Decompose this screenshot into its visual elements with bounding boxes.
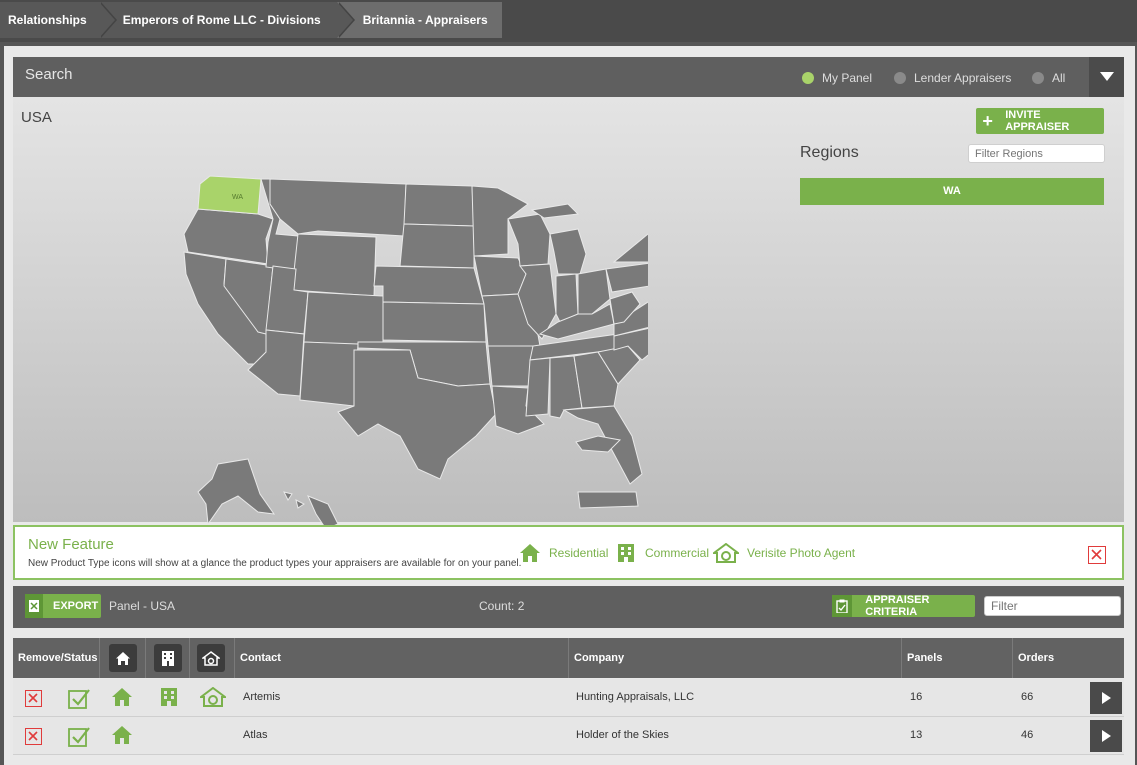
camera-house-icon <box>197 644 225 672</box>
search-expand-button[interactable] <box>1089 57 1124 97</box>
active-check-icon <box>68 727 90 747</box>
usa-map[interactable]: WA <box>178 174 648 534</box>
row-detail-button[interactable] <box>1090 720 1122 752</box>
radio-selected-icon <box>802 72 814 84</box>
table-row[interactable]: Artemis Hunting Appraisals, LLC 16 66 <box>13 679 1124 717</box>
product-type-label: Verisite Photo Agent <box>747 546 856 560</box>
invite-appraiser-button[interactable]: + INVITE APPRAISER <box>976 108 1104 134</box>
table-row[interactable]: Atlas Holder of the Skies 13 46 <box>13 717 1124 755</box>
search-title: Search <box>25 66 73 83</box>
state-wa[interactable] <box>197 175 262 215</box>
appraiser-criteria-button[interactable]: APPRAISER CRITERIA <box>832 594 975 618</box>
panels-count: 16 <box>910 691 923 703</box>
feature-description: New Product Type icons will show at a gl… <box>28 558 522 569</box>
contact-name[interactable]: Artemis <box>243 679 280 716</box>
residential-icon <box>112 688 132 706</box>
header-orders[interactable]: Orders <box>1013 638 1124 678</box>
search-bar: Search My Panel Lender Appraisers All <box>13 57 1124 97</box>
header-residential[interactable] <box>100 638 146 678</box>
filter-lender-appraisers[interactable]: Lender Appraisers <box>894 71 1011 85</box>
radio-icon <box>1032 72 1044 84</box>
row-detail-button[interactable] <box>1090 682 1122 714</box>
invite-label: INVITE APPRAISER <box>1005 109 1070 133</box>
remove-icon <box>28 693 38 703</box>
filter-label: Lender Appraisers <box>914 71 1012 85</box>
house-icon <box>109 644 137 672</box>
residential-icon <box>520 544 540 562</box>
filter-all[interactable]: All <box>1032 71 1065 85</box>
region-item-wa[interactable]: WA <box>800 178 1104 205</box>
map-panel: USA WA + INVITE APPRAISER Regions Filter… <box>13 97 1124 530</box>
header-panels[interactable]: Panels <box>902 638 1013 678</box>
residential-icon <box>112 726 132 744</box>
building-icon <box>154 644 182 672</box>
product-type-commercial: Commercial <box>615 543 709 563</box>
header-remove-status[interactable]: Remove/Status <box>13 638 100 678</box>
excel-icon <box>25 594 43 618</box>
close-icon <box>1091 549 1102 560</box>
photo-agent-icon <box>713 543 739 563</box>
regions-title: Regions <box>800 144 859 161</box>
product-type-label: Residential <box>549 546 609 560</box>
export-button[interactable]: EXPORT <box>25 594 101 618</box>
product-type-residential: Residential <box>519 543 608 563</box>
commercial-icon <box>618 544 634 562</box>
active-check-icon <box>68 689 90 709</box>
remove-icon <box>28 731 38 741</box>
breadcrumb: Relationships Emperors of Rome LLC - Div… <box>0 2 502 38</box>
table-header: Remove/Status Contact Company Panels Ord… <box>13 638 1124 678</box>
header-company[interactable]: Company <box>569 638 902 678</box>
breadcrumb-appraisers[interactable]: Britannia - Appraisers <box>336 2 502 38</box>
breadcrumb-relationships[interactable]: Relationships <box>0 2 117 38</box>
breadcrumb-divisions[interactable]: Emperors of Rome LLC - Divisions <box>98 2 355 38</box>
filter-regions-input[interactable] <box>968 144 1105 163</box>
panel-label: Panel - USA <box>109 599 176 613</box>
criteria-label: APPRAISER CRITERIA <box>865 594 930 618</box>
company-name: Hunting Appraisals, LLC <box>576 691 695 703</box>
orders-count: 66 <box>1021 691 1034 703</box>
panels-count: 13 <box>910 729 923 741</box>
top-nav-bar: Relationships Emperors of Rome LLC - Div… <box>0 0 1137 42</box>
new-feature-banner: New Feature New Product Type icons will … <box>13 525 1124 580</box>
contact-name[interactable]: Atlas <box>243 717 267 754</box>
filter-my-panel[interactable]: My Panel <box>802 71 872 85</box>
commercial-icon <box>161 688 177 706</box>
close-feature-button[interactable] <box>1088 546 1106 564</box>
company-name: Holder of the Skies <box>576 729 669 741</box>
feature-title: New Feature <box>28 536 114 553</box>
photo-agent-icon <box>200 687 226 707</box>
header-photo-agent[interactable] <box>190 638 235 678</box>
clipboard-icon <box>832 595 853 617</box>
result-count: Count: 2 <box>479 599 525 613</box>
remove-button[interactable] <box>25 690 42 707</box>
product-type-label: Commercial <box>645 546 710 560</box>
header-commercial[interactable] <box>146 638 190 678</box>
filter-label: All <box>1052 71 1066 85</box>
table-filter-input[interactable] <box>984 596 1121 616</box>
country-label: USA <box>21 109 52 126</box>
radio-icon <box>894 72 906 84</box>
product-type-photo-agent: Verisite Photo Agent <box>713 543 855 563</box>
results-toolbar: EXPORT Panel - USA Count: 2 APPRAISER CR… <box>13 586 1124 628</box>
header-contact[interactable]: Contact <box>235 638 569 678</box>
plus-icon: + <box>982 110 993 131</box>
state-wa-label: WA <box>232 194 243 201</box>
remove-button[interactable] <box>25 728 42 745</box>
export-label: EXPORT <box>53 600 99 612</box>
filter-label: My Panel <box>822 71 873 85</box>
orders-count: 46 <box>1021 729 1034 741</box>
